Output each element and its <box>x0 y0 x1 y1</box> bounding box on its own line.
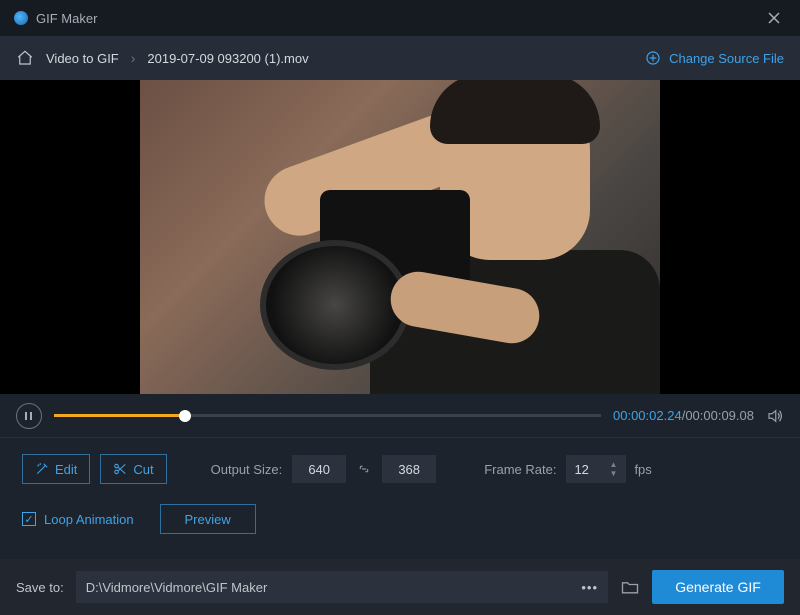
fps-stepper-buttons: ▲ ▼ <box>608 461 618 478</box>
scissors-icon <box>113 462 127 476</box>
home-icon[interactable] <box>16 49 34 67</box>
close-button[interactable] <box>762 6 786 30</box>
fps-stepper: 12 ▲ ▼ fps <box>566 455 651 483</box>
checkbox-icon: ✓ <box>22 512 36 526</box>
wand-icon <box>35 462 49 476</box>
volume-icon[interactable] <box>766 407 784 425</box>
breadcrumb-file: 2019-07-09 093200 (1).mov <box>147 51 308 66</box>
edit-button[interactable]: Edit <box>22 454 90 484</box>
generate-gif-label: Generate GIF <box>675 579 761 595</box>
fps-unit: fps <box>634 462 651 477</box>
app-icon <box>14 11 28 25</box>
loop-animation-label: Loop Animation <box>44 512 134 527</box>
frame-rate-label: Frame Rate: <box>484 462 556 477</box>
options-row1: Edit Cut Output Size: 640 368 Frame Rate… <box>22 454 778 484</box>
fps-value: 12 <box>574 462 588 477</box>
bottom-bar: Save to: D:\Vidmore\Vidmore\GIF Maker ••… <box>0 559 800 615</box>
video-preview-area <box>0 80 800 394</box>
edit-label: Edit <box>55 462 77 477</box>
generate-gif-button[interactable]: Generate GIF <box>652 570 784 604</box>
chevron-right-icon: › <box>131 50 136 66</box>
options-panel: Edit Cut Output Size: 640 368 Frame Rate… <box>0 438 800 546</box>
save-to-label: Save to: <box>16 580 64 595</box>
fps-step-up[interactable]: ▲ <box>608 461 618 469</box>
timeline-progress <box>54 414 185 417</box>
breadcrumb-bar: Video to GIF › 2019-07-09 093200 (1).mov… <box>0 36 800 80</box>
fps-step-down[interactable]: ▼ <box>608 470 618 478</box>
titlebar-left: GIF Maker <box>14 11 97 26</box>
link-icon[interactable] <box>356 461 372 477</box>
options-row2: ✓ Loop Animation Preview <box>22 504 778 534</box>
change-source-label: Change Source File <box>669 51 784 66</box>
timecode: 00:00:02.24/00:00:09.08 <box>613 408 754 423</box>
change-source-button[interactable]: Change Source File <box>645 50 784 66</box>
breadcrumb-root[interactable]: Video to GIF <box>46 51 119 66</box>
open-folder-button[interactable] <box>620 577 640 597</box>
plus-circle-icon <box>645 50 661 66</box>
fps-input[interactable]: 12 ▲ ▼ <box>566 455 626 483</box>
app-title: GIF Maker <box>36 11 97 26</box>
pause-button[interactable] <box>16 403 42 429</box>
preview-button[interactable]: Preview <box>160 504 256 534</box>
pause-icon <box>24 411 34 421</box>
playback-bar: 00:00:02.24/00:00:09.08 <box>0 394 800 438</box>
time-current: 00:00:02.24 <box>613 408 682 423</box>
close-icon <box>767 11 781 25</box>
browse-button[interactable]: ••• <box>581 580 598 595</box>
timeline-handle[interactable] <box>179 410 191 422</box>
save-path-value: D:\Vidmore\Vidmore\GIF Maker <box>86 580 268 595</box>
output-size-label: Output Size: <box>211 462 283 477</box>
output-height-input[interactable]: 368 <box>382 455 436 483</box>
save-path-input[interactable]: D:\Vidmore\Vidmore\GIF Maker ••• <box>76 571 608 603</box>
output-width-input[interactable]: 640 <box>292 455 346 483</box>
timeline-slider[interactable] <box>54 414 601 417</box>
video-frame[interactable] <box>140 80 660 394</box>
loop-animation-checkbox[interactable]: ✓ Loop Animation <box>22 512 134 527</box>
cut-label: Cut <box>133 462 153 477</box>
cut-button[interactable]: Cut <box>100 454 166 484</box>
titlebar: GIF Maker <box>0 0 800 36</box>
breadcrumb: Video to GIF › 2019-07-09 093200 (1).mov <box>16 49 309 67</box>
preview-label: Preview <box>185 512 231 527</box>
time-total: 00:00:09.08 <box>685 408 754 423</box>
